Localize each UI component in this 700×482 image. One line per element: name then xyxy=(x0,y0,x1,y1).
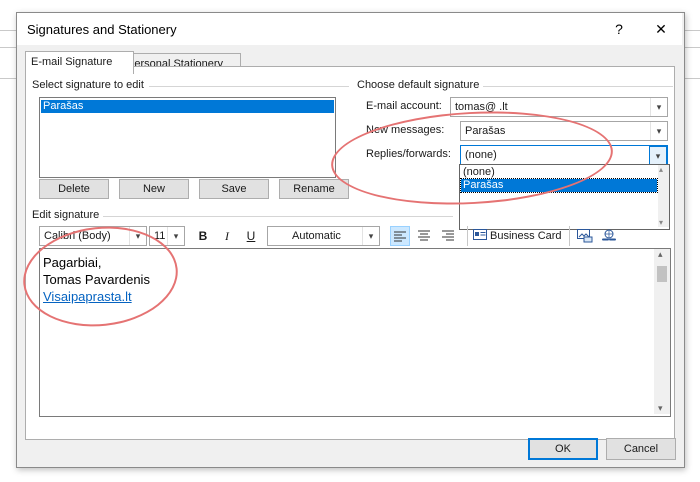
edit-signature-label: Edit signature xyxy=(32,209,100,221)
save-button[interactable]: Save xyxy=(199,179,269,199)
chevron-down-icon[interactable]: ▾ xyxy=(167,227,184,245)
signatures-dialog: Signatures and Stationery ? ✕ E-mail Sig… xyxy=(16,12,685,468)
new-messages-value: Parašas xyxy=(465,125,506,137)
chevron-down-icon[interactable]: ▾ xyxy=(650,122,667,140)
replies-forwards-label: Replies/forwards: xyxy=(366,148,451,160)
replies-forwards-select[interactable]: (none) ▾ xyxy=(460,145,668,166)
signature-line: Tomas Pavardenis xyxy=(43,272,150,287)
tab-email-signature[interactable]: E-mail Signature xyxy=(25,51,134,74)
rename-button[interactable]: Rename xyxy=(279,179,349,199)
align-left-icon[interactable] xyxy=(390,226,410,246)
font-color-select[interactable]: Automatic ▾ xyxy=(267,226,380,246)
help-icon[interactable]: ? xyxy=(609,19,629,39)
dropdown-option[interactable]: (none) xyxy=(461,166,657,179)
email-account-label: E-mail account: xyxy=(366,100,442,112)
group-divider xyxy=(149,86,349,87)
close-icon[interactable]: ✕ xyxy=(651,19,671,39)
chevron-up-icon[interactable]: ▴ xyxy=(658,249,663,260)
bold-button[interactable]: B xyxy=(194,226,212,246)
font-value: Calibri (Body) xyxy=(44,230,111,242)
default-signature-label: Choose default signature xyxy=(357,79,480,91)
italic-button[interactable]: I xyxy=(218,226,236,246)
align-right-icon[interactable] xyxy=(438,226,458,246)
editor-scrollbar[interactable]: ▴ ▾ xyxy=(654,249,670,414)
replies-forwards-value: (none) xyxy=(465,149,497,161)
font-color-value: Automatic xyxy=(292,230,341,242)
toolbar-separator xyxy=(467,226,468,246)
align-center-icon[interactable] xyxy=(414,226,434,246)
scrollbar-thumb[interactable] xyxy=(657,266,667,282)
font-size-value: 11 xyxy=(154,230,166,242)
new-messages-select[interactable]: Parašas ▾ xyxy=(460,121,668,141)
business-card-button[interactable]: Business Card xyxy=(473,226,565,246)
ok-button[interactable]: OK xyxy=(528,438,598,460)
dropdown-option-highlighted[interactable]: Parašas xyxy=(460,178,658,193)
chevron-down-icon[interactable]: ▾ xyxy=(650,98,667,116)
new-messages-label: New messages: xyxy=(366,124,445,136)
insert-picture-icon[interactable] xyxy=(575,226,595,246)
signature-editor[interactable]: Pagarbiai, Tomas Pavardenis Visaipaprast… xyxy=(39,248,671,417)
hyperlink-icon[interactable] xyxy=(599,226,619,246)
signature-list[interactable]: Parašas xyxy=(39,97,336,178)
new-button[interactable]: New xyxy=(119,179,189,199)
chevron-down-icon[interactable]: ▾ xyxy=(362,227,379,245)
select-signature-label: Select signature to edit xyxy=(32,79,144,91)
window-title: Signatures and Stationery xyxy=(27,22,177,37)
signature-line: Pagarbiai, xyxy=(43,255,102,270)
chevron-up-icon[interactable]: ▴ xyxy=(659,165,663,174)
underline-button[interactable]: U xyxy=(242,226,260,246)
chevron-down-icon[interactable]: ▾ xyxy=(649,146,667,166)
group-divider xyxy=(103,216,453,217)
delete-button[interactable]: Delete xyxy=(39,179,109,199)
email-account-select[interactable]: tomas@ .lt ▾ xyxy=(450,97,668,117)
replies-forwards-dropdown[interactable]: (none) Parašas ▴ ▾ xyxy=(459,164,670,230)
business-card-icon xyxy=(473,229,487,240)
business-card-label: Business Card xyxy=(490,230,562,242)
group-divider xyxy=(483,86,673,87)
signature-link[interactable]: Visaipaprasta.lt xyxy=(43,289,132,304)
font-select[interactable]: Calibri (Body) ▾ xyxy=(39,226,147,246)
font-size-select[interactable]: 11 ▾ xyxy=(149,226,185,246)
signature-list-item[interactable]: Parašas xyxy=(41,100,334,113)
chevron-down-icon[interactable]: ▾ xyxy=(659,218,663,227)
cancel-button[interactable]: Cancel xyxy=(606,438,676,460)
dropdown-scrollbar[interactable]: ▴ ▾ xyxy=(658,165,669,227)
toolbar-separator xyxy=(569,226,570,246)
chevron-down-icon[interactable]: ▾ xyxy=(658,403,663,414)
title-bar: Signatures and Stationery ? ✕ xyxy=(17,13,682,45)
chevron-down-icon[interactable]: ▾ xyxy=(129,227,146,245)
email-account-value: tomas@ .lt xyxy=(455,101,508,113)
tab-label: E-mail Signature xyxy=(31,56,113,68)
